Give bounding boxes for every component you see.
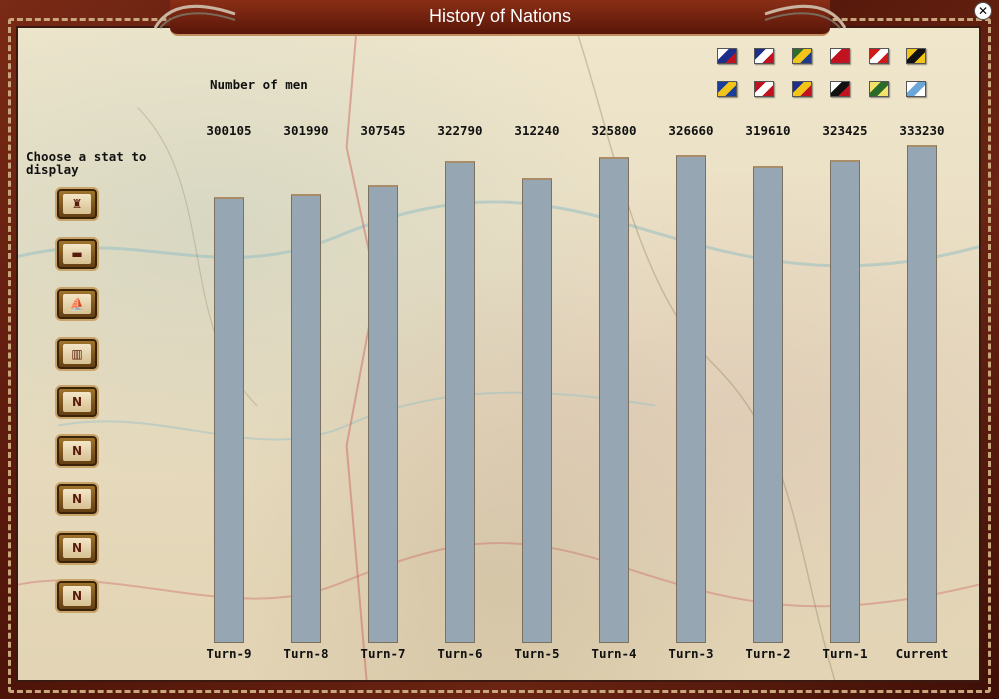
bar-value-label: 301990 bbox=[283, 123, 329, 138]
naples-flag-icon[interactable] bbox=[906, 81, 926, 97]
bar-value-label: 323425 bbox=[822, 123, 868, 138]
stat-button-glyph: N bbox=[71, 589, 83, 603]
bar-turn-2 bbox=[753, 166, 783, 643]
bar-current bbox=[907, 145, 937, 643]
bar-value-label: 325800 bbox=[591, 123, 637, 138]
n-cavalry-icon: N bbox=[63, 441, 91, 461]
x-tick-label: Turn-8 bbox=[283, 646, 329, 661]
turkey-flag-icon[interactable] bbox=[869, 48, 889, 64]
denmark-flag-icon[interactable] bbox=[754, 81, 774, 97]
x-tick-label: Turn-9 bbox=[206, 646, 252, 661]
n-casualties-icon: N bbox=[63, 538, 91, 558]
window-title: History of Nations bbox=[428, 6, 572, 26]
stat-button-glyph: ♜ bbox=[71, 197, 83, 211]
bar-value-label: 326660 bbox=[668, 123, 714, 138]
stat-button-glyph: N bbox=[71, 492, 83, 506]
x-tick-label: Turn-2 bbox=[745, 646, 791, 661]
ornament-right-icon bbox=[764, 4, 847, 29]
stat-button-2[interactable]: ▬ bbox=[55, 237, 99, 271]
books-icon: ▥ bbox=[63, 344, 91, 364]
austria-flag-icon[interactable] bbox=[906, 48, 926, 64]
bar-value-label: 300105 bbox=[206, 123, 252, 138]
stat-button-glyph: ▥ bbox=[71, 347, 83, 361]
stat-button-9[interactable]: N bbox=[55, 579, 99, 613]
bar-turn-8 bbox=[291, 194, 321, 643]
n-flag-icon: N bbox=[63, 586, 91, 606]
bar-value-label: 333230 bbox=[899, 123, 945, 138]
x-tick-label: Turn-6 bbox=[437, 646, 483, 661]
bar-value-label: 319610 bbox=[745, 123, 791, 138]
bar-turn-1 bbox=[830, 160, 860, 643]
stat-button-glyph: N bbox=[71, 444, 83, 458]
prussia-flag-icon[interactable] bbox=[830, 81, 850, 97]
title-bar: History of Nations bbox=[170, 0, 830, 36]
cannon-icon: ▬ bbox=[63, 244, 91, 264]
stat-button-4[interactable]: ▥ bbox=[55, 337, 99, 371]
window-frame: History of Nations ✕ Choose a stat to di… bbox=[0, 0, 999, 699]
x-tick-label: Current bbox=[895, 646, 949, 661]
stat-button-glyph: N bbox=[71, 395, 83, 409]
x-tick-label: Turn-5 bbox=[514, 646, 560, 661]
x-tick-label: Turn-7 bbox=[360, 646, 406, 661]
sweden-flag-icon[interactable] bbox=[717, 81, 737, 97]
bar-turn-7 bbox=[368, 185, 398, 643]
bar-value-label: 312240 bbox=[514, 123, 560, 138]
soldier-portrait-icon: ♜ bbox=[63, 194, 91, 214]
stat-button-7[interactable]: N bbox=[55, 482, 99, 516]
close-button[interactable]: ✕ bbox=[974, 2, 992, 20]
bar-turn-4 bbox=[599, 157, 629, 643]
bar-turn-9 bbox=[214, 197, 244, 643]
kingdom-flag-icon[interactable] bbox=[869, 81, 889, 97]
stat-button-glyph: ⛵ bbox=[69, 297, 85, 311]
stat-button-3[interactable]: ⛵ bbox=[55, 287, 99, 321]
stat-button-6[interactable]: N bbox=[55, 434, 99, 468]
portugal-flag-icon[interactable] bbox=[792, 48, 812, 64]
x-tick-label: Turn-1 bbox=[822, 646, 868, 661]
n-infantry-icon: N bbox=[63, 392, 91, 412]
bar-turn-3 bbox=[676, 155, 706, 643]
britain-flag-icon[interactable] bbox=[754, 48, 774, 64]
n-artillery-icon: N bbox=[63, 489, 91, 509]
stat-button-8[interactable]: N bbox=[55, 531, 99, 565]
stat-button-glyph: ▬ bbox=[71, 247, 83, 261]
ornament-left-icon bbox=[153, 4, 236, 29]
x-tick-label: Turn-4 bbox=[591, 646, 637, 661]
russia-flag-icon[interactable] bbox=[792, 81, 812, 97]
stat-button-5[interactable]: N bbox=[55, 385, 99, 419]
stat-button-1[interactable]: ♜ bbox=[55, 187, 99, 221]
stat-chooser-label: Choose a stat to display bbox=[26, 149, 147, 177]
spain-flag-icon[interactable] bbox=[830, 48, 850, 64]
bar-value-label: 322790 bbox=[437, 123, 483, 138]
bar-turn-6 bbox=[445, 161, 475, 643]
bar-turn-5 bbox=[522, 178, 552, 643]
france-flag-icon[interactable] bbox=[717, 48, 737, 64]
bar-value-label: 307545 bbox=[360, 123, 406, 138]
ship-icon: ⛵ bbox=[63, 294, 91, 314]
stat-button-glyph: N bbox=[71, 541, 83, 555]
y-axis-label: Number of men bbox=[210, 77, 308, 92]
x-tick-label: Turn-3 bbox=[668, 646, 714, 661]
